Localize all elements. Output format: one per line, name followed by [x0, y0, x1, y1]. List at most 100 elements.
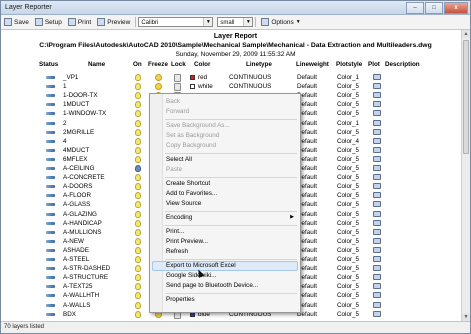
- layer-name: A-MULLIONS: [63, 228, 102, 236]
- size-value: small: [220, 20, 235, 26]
- printer-icon: [373, 274, 381, 281]
- lightbulb-icon: [135, 119, 141, 127]
- status-text: 70 layers listed: [4, 324, 45, 330]
- layer-plotstyle: Color_5: [337, 110, 360, 118]
- lightbulb-icon: [135, 183, 141, 191]
- context-menu-item[interactable]: Forward: [166, 107, 296, 116]
- layer-name: A-HANDICAP: [63, 219, 102, 227]
- lightbulb-icon: [135, 237, 141, 245]
- printer-icon: [373, 292, 381, 299]
- table-row: _VP1 red CONTINUOUS Default Color_1: [1, 73, 470, 82]
- chevron-down-icon: ▼: [243, 18, 253, 26]
- setup-label: Setup: [44, 18, 62, 26]
- lightbulb-icon: [135, 165, 141, 172]
- column-header-freeze: Freeze: [148, 61, 168, 68]
- lightbulb-icon: [135, 201, 141, 209]
- options-button[interactable]: Options ▼: [258, 16, 303, 28]
- layer-name: 1: [63, 83, 67, 91]
- vertical-scrollbar[interactable]: ▲ ▼: [461, 30, 470, 321]
- size-select[interactable]: small ▼: [217, 17, 254, 27]
- column-header-lineweight: Lineweight: [296, 61, 329, 68]
- layer-status-icon: [46, 157, 55, 161]
- layer-plotstyle: Color_5: [337, 101, 360, 109]
- context-menu-item[interactable]: View Source: [166, 199, 296, 208]
- setup-button[interactable]: Setup: [32, 16, 65, 28]
- lightbulb-icon: [135, 155, 141, 163]
- scroll-down-icon[interactable]: ▼: [462, 313, 470, 321]
- maximize-button[interactable]: □: [425, 2, 443, 14]
- lock-icon: [174, 74, 181, 82]
- context-menu-item[interactable]: Print Preview...: [166, 237, 296, 246]
- layer-status-icon: [46, 212, 55, 216]
- layer-status-icon: [46, 285, 55, 289]
- context-menu-item[interactable]: Encoding ▶: [166, 213, 296, 222]
- layer-plotstyle: Color_5: [337, 128, 360, 136]
- layer-plotstyle: Color_4: [337, 137, 360, 145]
- layer-status-icon: [46, 148, 55, 152]
- layer-name: A-FLOOR: [63, 192, 91, 200]
- layer-name: A-TEXT25: [63, 283, 93, 291]
- options-label: Options: [271, 18, 294, 26]
- layer-plotstyle: Color_5: [337, 192, 360, 200]
- context-menu-item-label: Send page to Bluetooth Device...: [166, 282, 259, 289]
- context-menu-item-label: Refresh: [166, 248, 189, 255]
- context-menu-item[interactable]: Send page to Bluetooth Device...: [166, 281, 296, 290]
- printer-icon: [373, 219, 381, 226]
- context-menu-item[interactable]: Copy Background: [166, 141, 296, 150]
- scroll-up-icon[interactable]: ▲: [462, 30, 470, 38]
- column-header-description: Description: [385, 61, 420, 68]
- context-menu-item-label: Paste: [166, 166, 183, 173]
- minimize-button[interactable]: –: [406, 2, 424, 14]
- layer-plotstyle: Color_5: [337, 210, 360, 218]
- layer-plotstyle: Color_5: [337, 183, 360, 191]
- report-path: C:\Program Files\Autodesk\AutoCAD 2010\S…: [39, 42, 432, 49]
- scroll-thumb[interactable]: [463, 40, 469, 154]
- context-menu-item[interactable]: Print...: [166, 227, 296, 236]
- printer-icon: [373, 301, 381, 308]
- context-menu-item[interactable]: Export to Microsoft Excel: [166, 261, 296, 270]
- save-button[interactable]: Save: [1, 16, 32, 28]
- window-controls: – □ x: [405, 2, 468, 14]
- context-menu-item[interactable]: Select All: [166, 155, 296, 164]
- preview-button[interactable]: Preview: [94, 16, 133, 28]
- context-menu-item[interactable]: Refresh: [166, 247, 296, 256]
- context-menu-item[interactable]: Save Background As...: [166, 121, 296, 130]
- printer-icon: [373, 265, 381, 272]
- column-header-lock: Lock: [171, 61, 186, 68]
- close-button[interactable]: x: [444, 2, 468, 14]
- font-select[interactable]: Calibri ▼: [138, 17, 214, 27]
- layer-status-icon: [46, 267, 55, 271]
- color-swatch: [190, 75, 195, 80]
- printer-icon: [373, 192, 381, 199]
- layer-status-icon: [46, 221, 55, 225]
- column-header-on: On: [133, 61, 142, 68]
- context-menu-item[interactable]: Add to Favorites...: [166, 189, 296, 198]
- printer-icon: [373, 183, 381, 190]
- context-menu-item[interactable]: Back: [166, 97, 296, 106]
- column-header-status: Status: [39, 61, 59, 68]
- layer-name: BDX: [63, 310, 76, 318]
- context-menu-item[interactable]: Set as Background: [166, 131, 296, 140]
- layer-status-icon: [46, 303, 55, 307]
- layer-status-icon: [46, 112, 55, 116]
- context-menu-item[interactable]: Google Sidewiki...: [166, 271, 296, 280]
- context-menu-separator: [165, 224, 297, 226]
- lightbulb-icon: [135, 192, 141, 200]
- printer-icon: [373, 101, 381, 108]
- layer-plotstyle: Color_5: [337, 283, 360, 291]
- lock-icon: [174, 83, 181, 92]
- layer-plotstyle: Color_5: [337, 256, 360, 263]
- printer-icon: [373, 246, 381, 253]
- context-menu-item[interactable]: Properties: [166, 295, 296, 304]
- print-button[interactable]: Print: [65, 16, 94, 28]
- layer-name: A-WALLHTH: [63, 292, 100, 300]
- window-title: Layer Reporter: [5, 4, 52, 11]
- context-menu-separator: [165, 292, 297, 294]
- column-header-color: Color: [194, 61, 211, 68]
- lightbulb-icon: [135, 101, 141, 109]
- context-menu-item-label: Copy Background: [166, 142, 217, 149]
- context-menu-item[interactable]: Create Shortcut: [166, 179, 296, 188]
- context-menu-item-label: Print...: [166, 228, 185, 235]
- layer-plotstyle: Color_5: [337, 301, 360, 309]
- context-menu-item[interactable]: Paste: [166, 165, 296, 174]
